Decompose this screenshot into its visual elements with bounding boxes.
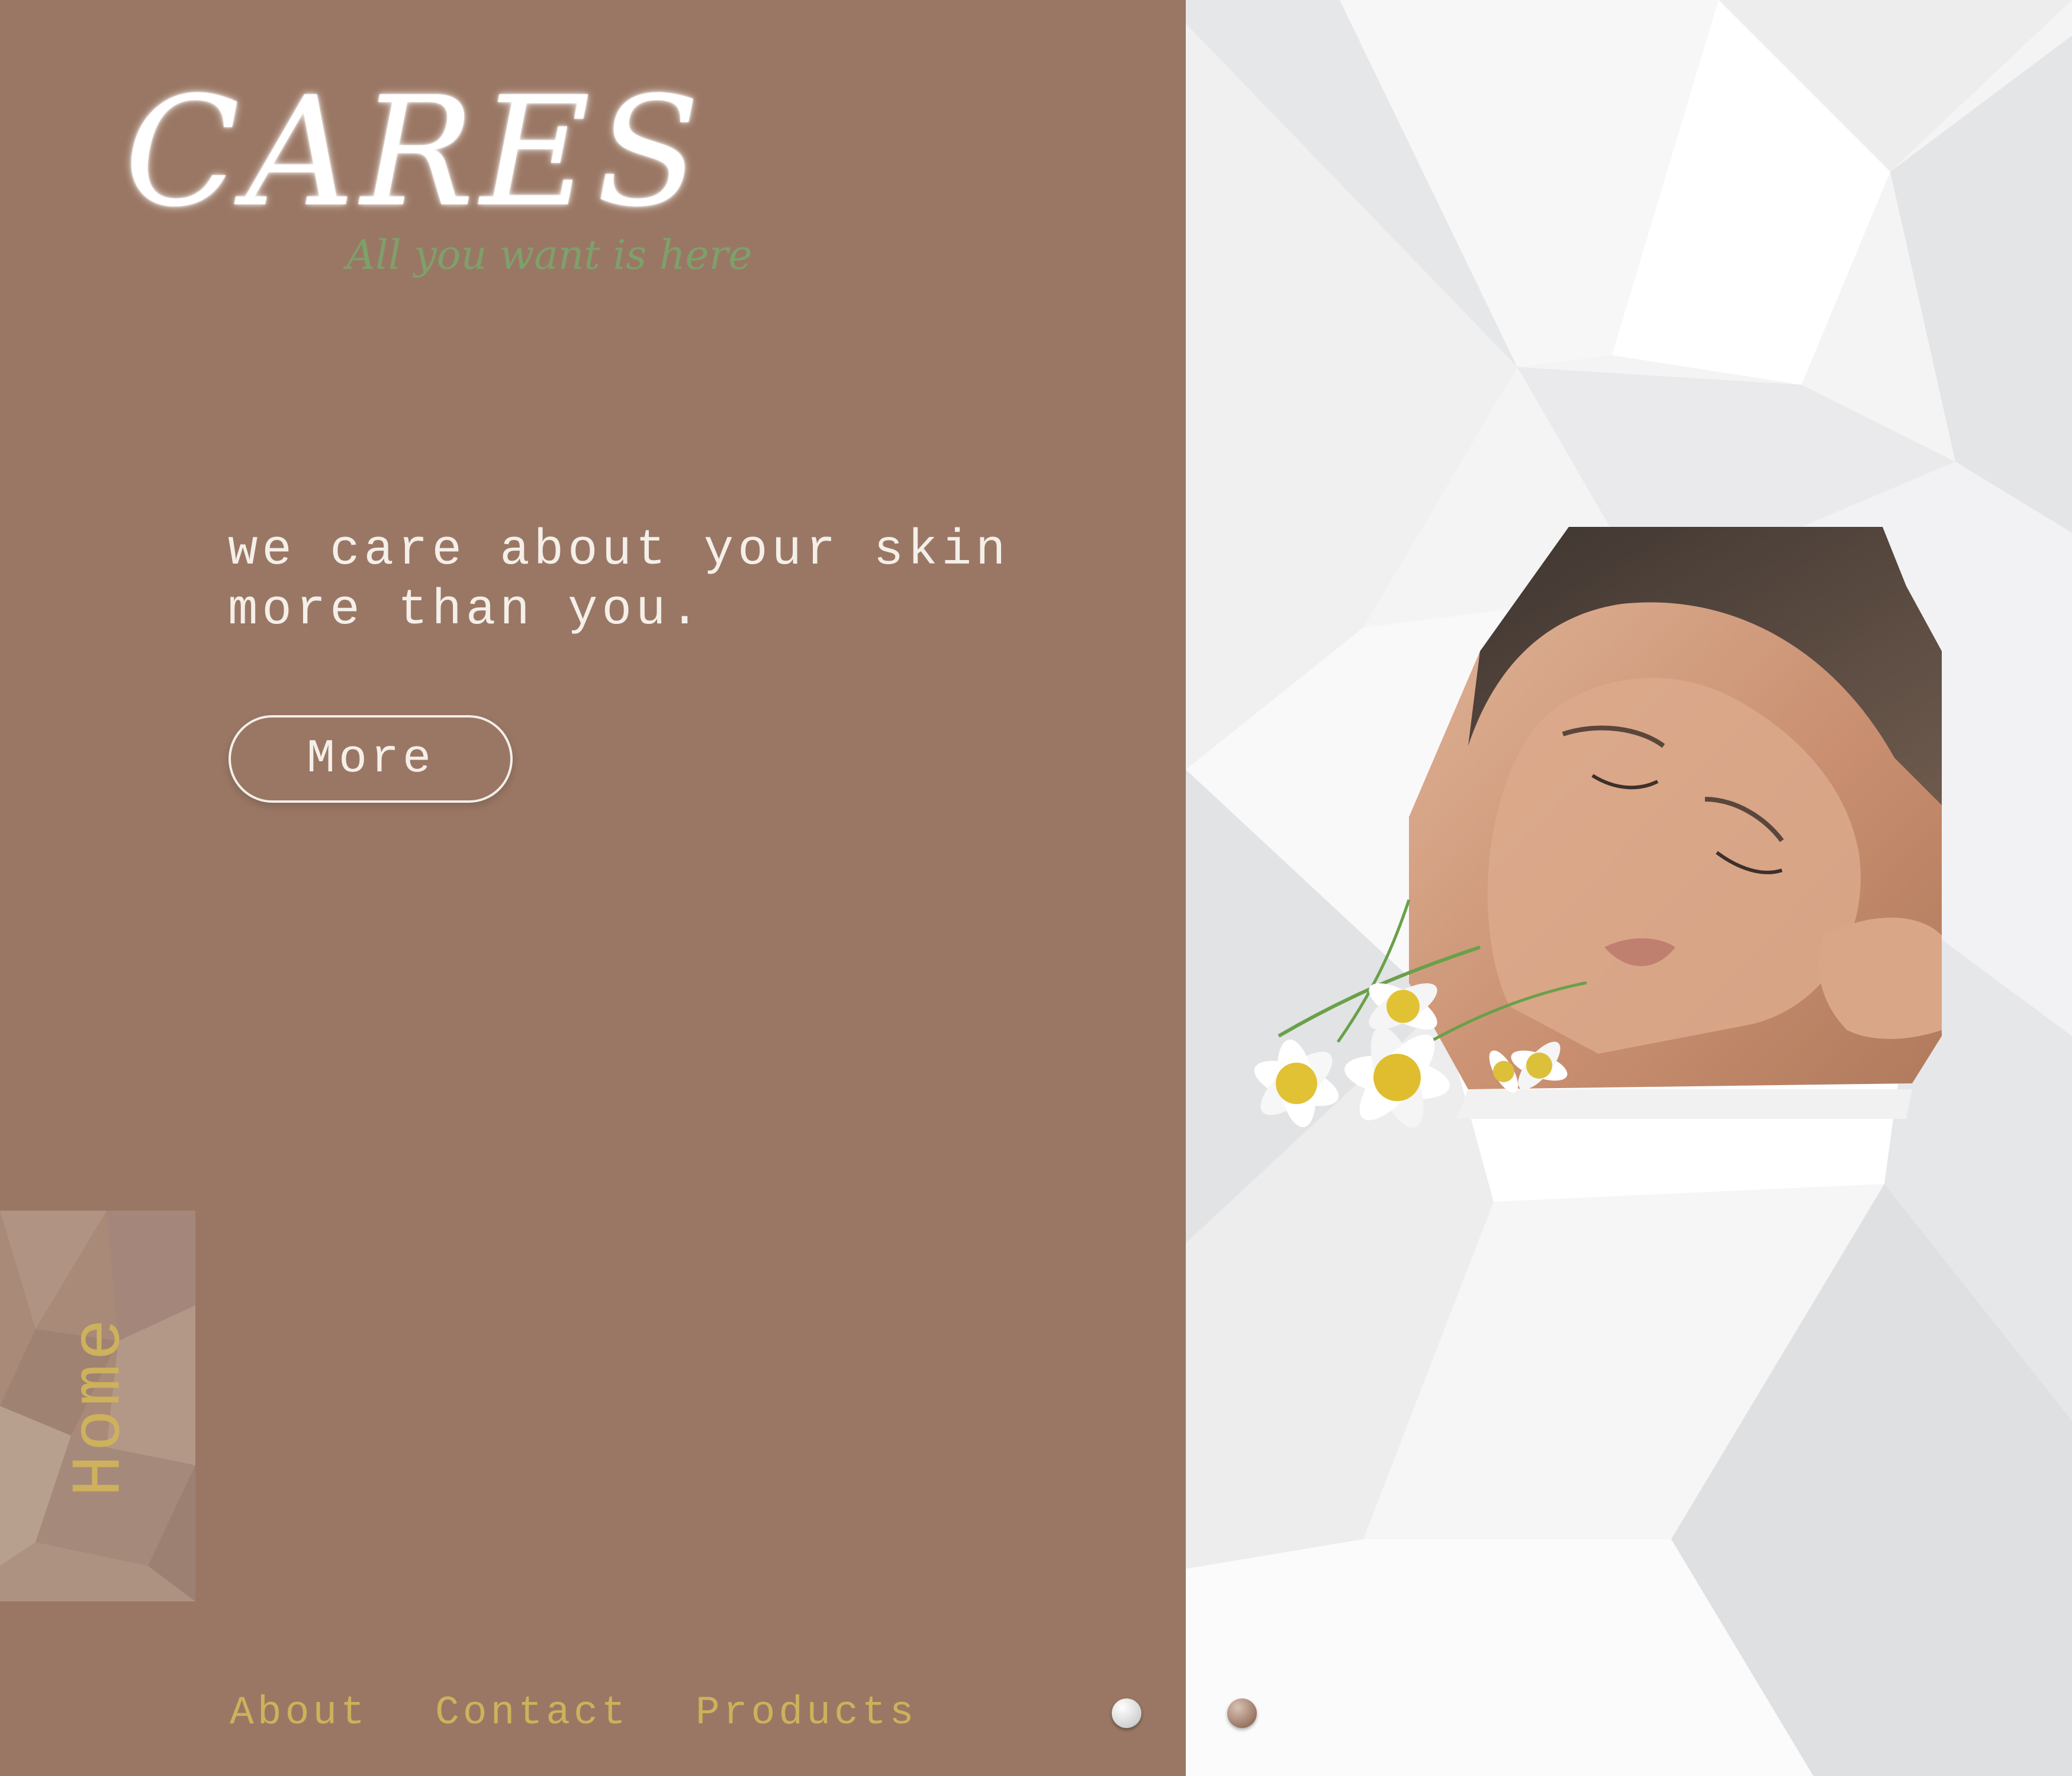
home-tab-label[interactable]: Home	[62, 1315, 140, 1497]
hero-headline: we care about your skin more than you.	[228, 521, 1116, 641]
nav-link-about[interactable]: About	[230, 1690, 368, 1736]
slider-dot-2[interactable]	[1227, 1698, 1257, 1728]
brand-logo[interactable]: CARES	[124, 77, 706, 228]
nav-link-products[interactable]: Products	[696, 1690, 917, 1736]
hero-headline-line-1: we care about your skin	[228, 523, 1010, 579]
hero-portrait-image	[1231, 521, 1965, 1163]
brand-tagline: All you want is here	[346, 232, 752, 279]
hero-headline-line-2: more than you.	[228, 583, 704, 639]
more-button[interactable]: More	[229, 715, 513, 803]
slider-dot-1[interactable]	[1112, 1698, 1141, 1728]
nav-link-contact[interactable]: Contact	[435, 1690, 629, 1736]
